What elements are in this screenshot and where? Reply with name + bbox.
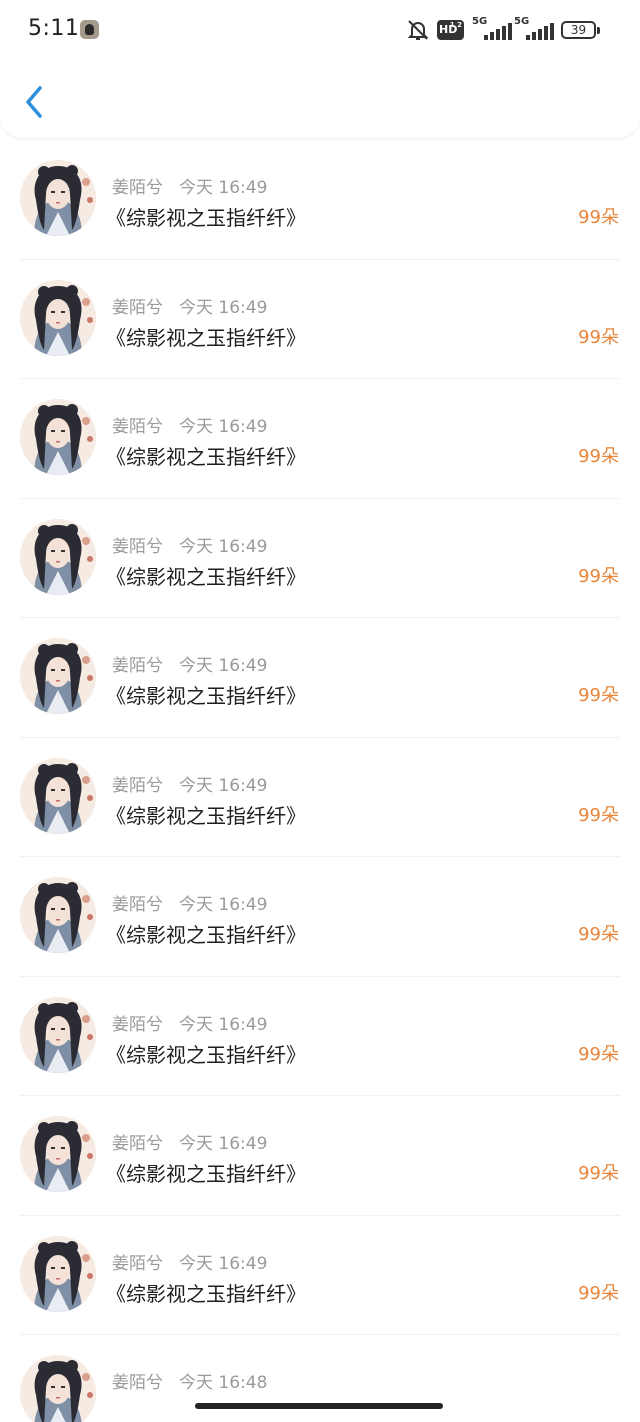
flower-amount: 99朵 — [578, 1282, 619, 1304]
list-item[interactable]: 姜陌兮 今天 16:49 《综影视之玉指纤纤》 99朵 — [0, 857, 640, 977]
book-title: 《综影视之玉指纤纤》 — [106, 445, 306, 469]
list-item[interactable]: 姜陌兮 今天 16:49 《综影视之玉指纤纤》 99朵 — [0, 738, 640, 858]
item-meta: 姜陌兮 今天 16:49 — [112, 651, 267, 676]
item-time: 今天 16:49 — [179, 178, 268, 198]
item-meta: 姜陌兮 今天 16:49 — [112, 532, 267, 557]
book-title: 《综影视之玉指纤纤》 — [106, 325, 306, 350]
item-meta: 姜陌兮 今天 16:49 — [112, 771, 267, 796]
book-title: 《综影视之玉指纤纤》 — [106, 1042, 306, 1067]
flower-amount: 99朵 — [578, 1163, 619, 1184]
signal-sim2-icon: 5G — [514, 16, 554, 40]
user-name: 姜陌兮 — [112, 1014, 163, 1035]
item-meta: 姜陌兮 今天 16:49 — [112, 1129, 267, 1154]
item-meta: 姜陌兮 今天 16:49 — [112, 173, 267, 198]
user-name: 姜陌兮 — [112, 895, 163, 915]
flower-amount: 99朵 — [578, 804, 619, 826]
hd-sub-label: 1 2 — [449, 21, 462, 29]
item-time: 今天 16:49 — [179, 775, 268, 796]
screen: 5:11 HD 1 2 5G 5G 39 姜陌兮 今天 16:49 《综影视之玉… — [0, 0, 640, 1422]
item-time: 今天 16:49 — [179, 656, 268, 676]
item-time: 今天 16:49 — [179, 1253, 268, 1274]
back-button[interactable] — [18, 82, 52, 122]
user-name: 姜陌兮 — [112, 297, 163, 318]
item-time: 今天 16:48 — [179, 1373, 268, 1393]
status-time: 5:11 — [28, 16, 80, 41]
sim2-label: 5G — [514, 16, 530, 27]
header — [0, 62, 640, 138]
flower-amount: 99朵 — [578, 207, 619, 228]
item-time: 今天 16:49 — [179, 417, 268, 437]
user-name: 姜陌兮 — [112, 1253, 163, 1274]
flower-amount: 99朵 — [578, 924, 619, 945]
battery-level: 39 — [570, 23, 587, 37]
bell-mute-icon — [407, 20, 429, 40]
item-time: 今天 16:49 — [179, 1134, 268, 1154]
user-name: 姜陌兮 — [112, 536, 163, 557]
signal-sim1-icon: 5G — [472, 16, 512, 40]
avatar[interactable] — [20, 518, 96, 595]
list-item[interactable]: 姜陌兮 今天 16:49 《综影视之玉指纤纤》 99朵 — [0, 618, 640, 738]
status-bar: 5:11 HD 1 2 5G 5G 39 — [0, 0, 640, 62]
book-title: 《综影视之玉指纤纤》 — [106, 923, 306, 947]
list-item[interactable]: 姜陌兮 今天 16:49 《综影视之玉指纤纤》 99朵 — [0, 260, 640, 380]
book-title: 《综影视之玉指纤纤》 — [106, 1281, 306, 1306]
avatar[interactable] — [20, 399, 96, 475]
qq-notification-icon — [80, 20, 99, 39]
list-item[interactable]: 姜陌兮 今天 16:49 《综影视之玉指纤纤》 99朵 — [0, 977, 640, 1097]
book-title: 《综影视之玉指纤纤》 — [106, 564, 306, 589]
flower-amount: 99朵 — [578, 1043, 619, 1065]
user-name: 姜陌兮 — [112, 1373, 163, 1393]
user-name: 姜陌兮 — [112, 1134, 163, 1154]
hd-voice-icon: HD 1 2 — [437, 20, 464, 40]
item-meta: 姜陌兮 今天 16:49 — [112, 1010, 267, 1035]
user-name: 姜陌兮 — [112, 178, 163, 198]
avatar[interactable] — [20, 1235, 96, 1312]
book-title: 《综影视之玉指纤纤》 — [106, 1162, 306, 1186]
home-indicator[interactable] — [195, 1403, 443, 1409]
avatar[interactable] — [20, 160, 96, 236]
item-meta: 姜陌兮 今天 16:48 — [112, 1368, 267, 1393]
list-item[interactable]: 姜陌兮 今天 16:49 《综影视之玉指纤纤》 99朵 — [0, 1096, 640, 1216]
battery-icon: 39 — [561, 21, 600, 39]
item-meta: 姜陌兮 今天 16:49 — [112, 412, 267, 437]
item-time: 今天 16:49 — [179, 536, 268, 557]
sim1-label: 5G — [472, 16, 488, 27]
list-item[interactable]: 姜陌兮 今天 16:49 《综影视之玉指纤纤》 99朵 — [0, 1216, 640, 1336]
flower-amount: 99朵 — [578, 326, 619, 348]
flower-amount: 99朵 — [578, 446, 619, 467]
list-item[interactable]: 姜陌兮 今天 16:49 《综影视之玉指纤纤》 99朵 — [0, 379, 640, 499]
item-time: 今天 16:49 — [179, 297, 268, 318]
list-item[interactable]: 姜陌兮 今天 16:49 《综影视之玉指纤纤》 99朵 — [0, 499, 640, 619]
item-meta: 姜陌兮 今天 16:49 — [112, 890, 267, 915]
chevron-left-icon — [26, 86, 42, 118]
flower-amount: 99朵 — [578, 565, 619, 587]
book-title: 《综影视之玉指纤纤》 — [106, 803, 306, 828]
avatar[interactable] — [20, 1355, 96, 1422]
avatar[interactable] — [20, 638, 96, 714]
book-title: 《综影视之玉指纤纤》 — [106, 206, 306, 230]
item-meta: 姜陌兮 今天 16:49 — [112, 293, 267, 318]
avatar[interactable] — [20, 877, 96, 953]
avatar[interactable] — [20, 279, 96, 356]
avatar[interactable] — [20, 1116, 96, 1192]
item-time: 今天 16:49 — [179, 1014, 268, 1035]
record-list: 姜陌兮 今天 16:49 《综影视之玉指纤纤》 99朵 姜陌兮 今天 16:49 《综影视之… — [0, 140, 640, 1422]
avatar[interactable] — [20, 757, 96, 834]
flower-amount: 99朵 — [578, 685, 619, 706]
list-item[interactable]: 姜陌兮 今天 16:49 《综影视之玉指纤纤》 99朵 — [0, 140, 640, 260]
user-name: 姜陌兮 — [112, 417, 163, 437]
item-meta: 姜陌兮 今天 16:49 — [112, 1249, 267, 1274]
user-name: 姜陌兮 — [112, 775, 163, 796]
user-name: 姜陌兮 — [112, 656, 163, 676]
item-time: 今天 16:49 — [179, 895, 268, 915]
book-title: 《综影视之玉指纤纤》 — [106, 684, 306, 708]
avatar[interactable] — [20, 996, 96, 1073]
